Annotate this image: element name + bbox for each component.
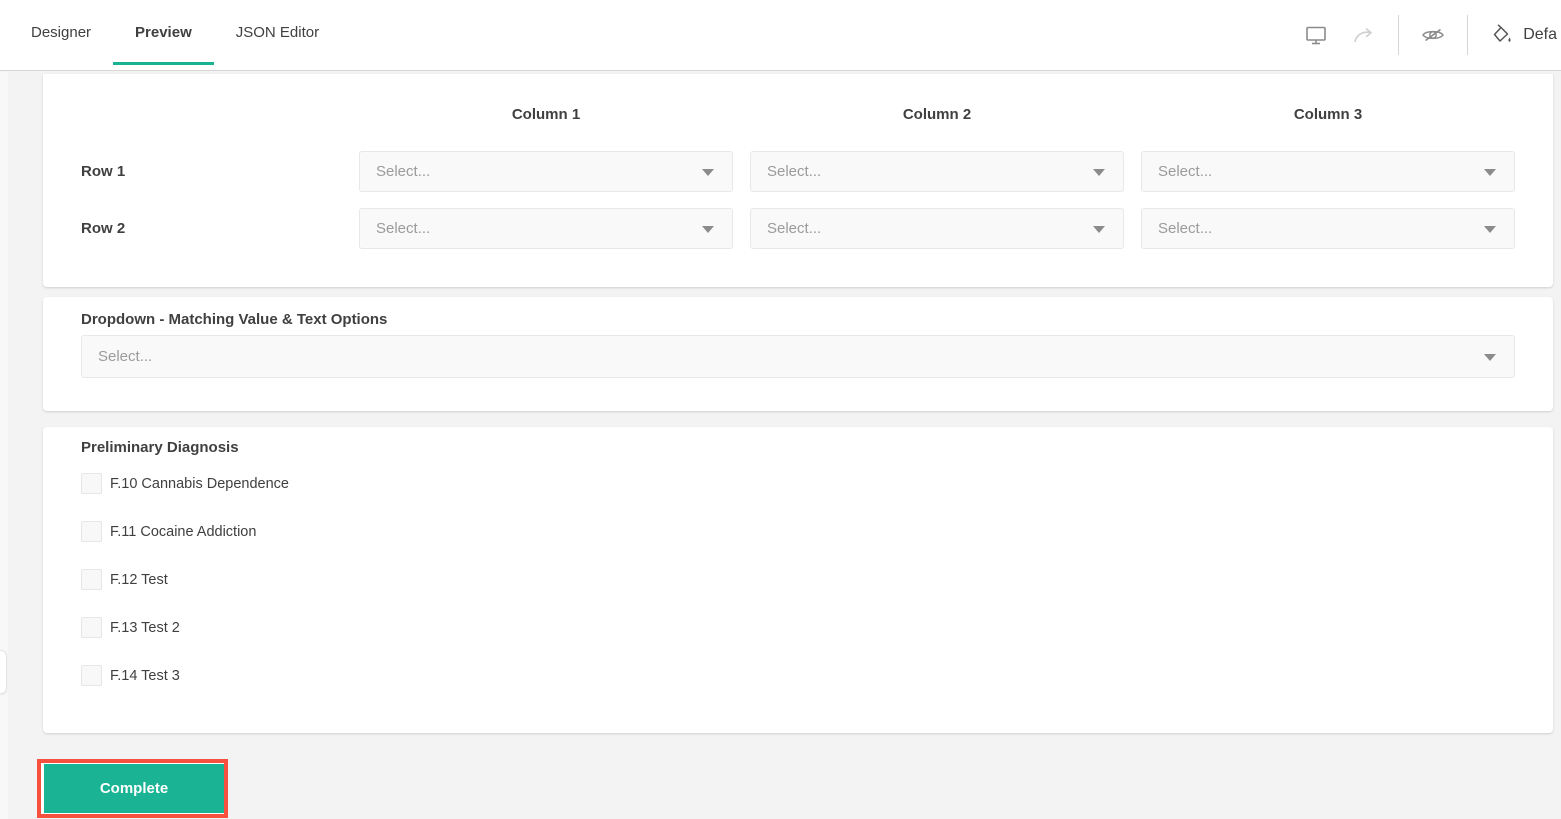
checkbox-box[interactable] bbox=[81, 665, 102, 686]
checkbox-box[interactable] bbox=[81, 617, 102, 638]
matrix-select-r2c1[interactable]: Select... bbox=[359, 208, 733, 249]
matrix-select-r1c2[interactable]: Select... bbox=[750, 151, 1124, 192]
tab-bar: Designer Preview JSON Editor bbox=[9, 0, 341, 70]
checkbox-item[interactable]: F.14 Test 3 bbox=[81, 665, 1515, 686]
dropdown-select[interactable]: Select... bbox=[81, 335, 1515, 378]
checkbox-label: F.13 Test 2 bbox=[110, 619, 180, 636]
checkbox-box[interactable] bbox=[81, 521, 102, 542]
checkbox-item[interactable]: F.10 Cannabis Dependence bbox=[81, 473, 1515, 494]
matrix-select-r2c2[interactable]: Select... bbox=[750, 208, 1124, 249]
theme-name-label: Defa bbox=[1523, 26, 1557, 43]
checkbox-item[interactable]: F.11 Cocaine Addiction bbox=[81, 521, 1515, 542]
chevron-down-icon bbox=[1484, 353, 1496, 361]
left-gutter bbox=[0, 72, 8, 819]
matrix-column-header: Column 2 bbox=[902, 106, 972, 123]
matrix-column-header: Column 3 bbox=[1293, 106, 1363, 123]
checkbox-box[interactable] bbox=[81, 473, 102, 494]
checkbox-item[interactable]: F.12 Test bbox=[81, 569, 1515, 590]
matrix-select-r1c1[interactable]: Select... bbox=[359, 151, 733, 192]
tab-preview[interactable]: Preview bbox=[113, 0, 214, 65]
chevron-down-icon bbox=[1484, 225, 1496, 233]
checkbox-label: F.12 Test bbox=[110, 571, 168, 588]
question-title: Dropdown - Matching Value & Text Options bbox=[81, 311, 388, 328]
matrix-row: Row 2 Select... Select... Select... bbox=[81, 208, 1515, 249]
hide-invisible-eye-slash-icon[interactable] bbox=[1409, 11, 1457, 59]
select-placeholder: Select... bbox=[376, 220, 431, 237]
checkbox-label: F.14 Test 3 bbox=[110, 667, 180, 684]
checkbox-label: F.11 Cocaine Addiction bbox=[110, 523, 257, 540]
checkbox-box[interactable] bbox=[81, 569, 102, 590]
checkbox-label: F.10 Cannabis Dependence bbox=[110, 475, 289, 492]
select-placeholder: Select... bbox=[376, 163, 431, 180]
tab-designer[interactable]: Designer bbox=[9, 0, 113, 65]
theme-paint-bucket-icon bbox=[1488, 22, 1514, 48]
matrix-question-card: Column 1 Column 2 Column 3 Row 1 Select.… bbox=[43, 74, 1553, 287]
redo-icon[interactable] bbox=[1340, 11, 1388, 59]
select-placeholder: Select... bbox=[98, 348, 153, 365]
highlight-annotation-box: Complete bbox=[37, 759, 228, 818]
checkbox-item[interactable]: F.13 Test 2 bbox=[81, 617, 1515, 638]
checkbox-question-card: Preliminary Diagnosis F.10 Cannabis Depe… bbox=[43, 427, 1553, 733]
complete-button[interactable]: Complete bbox=[44, 764, 224, 813]
preview-surface: Column 1 Column 2 Column 3 Row 1 Select.… bbox=[0, 72, 1561, 819]
matrix-column-header: Column 1 bbox=[511, 106, 581, 123]
matrix-select-r2c3[interactable]: Select... bbox=[1141, 208, 1515, 249]
question-title: Preliminary Diagnosis bbox=[81, 439, 239, 456]
theme-selector[interactable]: Defa bbox=[1478, 11, 1561, 59]
tab-json-editor[interactable]: JSON Editor bbox=[214, 0, 341, 65]
select-placeholder: Select... bbox=[1158, 163, 1213, 180]
matrix-row-label: Row 1 bbox=[81, 163, 126, 180]
matrix-row-label: Row 2 bbox=[81, 220, 126, 237]
chevron-down-icon bbox=[1093, 168, 1105, 176]
matrix-select-r1c3[interactable]: Select... bbox=[1141, 151, 1515, 192]
left-edge-handle[interactable] bbox=[0, 650, 7, 694]
device-preview-monitor-icon[interactable] bbox=[1292, 11, 1340, 59]
chevron-down-icon bbox=[1093, 225, 1105, 233]
toolbar-separator bbox=[1467, 15, 1469, 55]
chevron-down-icon bbox=[1484, 168, 1496, 176]
toolbar-separator bbox=[1398, 15, 1400, 55]
chevron-down-icon bbox=[702, 168, 714, 176]
select-placeholder: Select... bbox=[767, 220, 822, 237]
chevron-down-icon bbox=[702, 225, 714, 233]
top-toolbar: Designer Preview JSON Editor Defa bbox=[0, 0, 1561, 71]
checkbox-list: F.10 Cannabis Dependence F.11 Cocaine Ad… bbox=[81, 473, 1515, 686]
select-placeholder: Select... bbox=[1158, 220, 1213, 237]
toolbar-actions: Defa bbox=[1292, 0, 1561, 70]
matrix-row: Row 1 Select... Select... Select... bbox=[81, 151, 1515, 192]
matrix-header-row: Column 1 Column 2 Column 3 bbox=[81, 106, 1515, 124]
dropdown-question-card: Dropdown - Matching Value & Text Options… bbox=[43, 297, 1553, 411]
select-placeholder: Select... bbox=[767, 163, 822, 180]
